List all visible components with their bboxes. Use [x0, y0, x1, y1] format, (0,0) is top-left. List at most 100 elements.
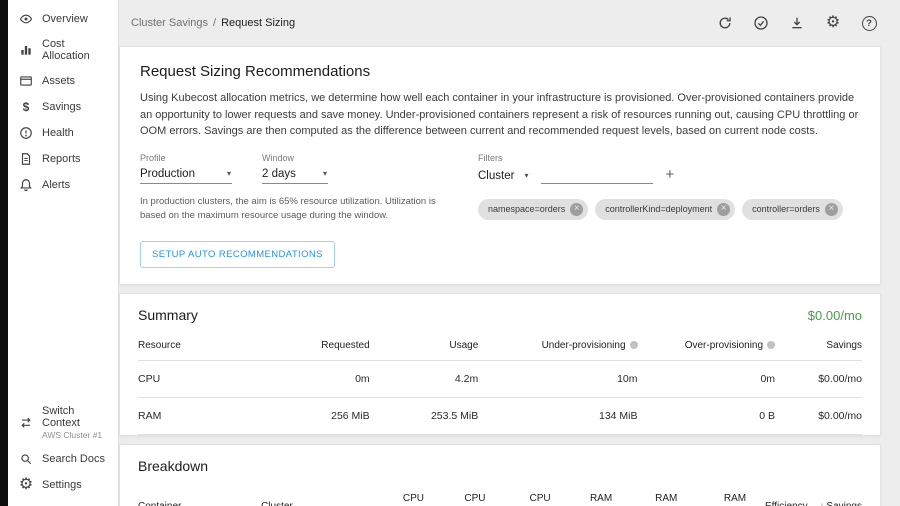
bell-icon [19, 178, 33, 192]
bar-chart-icon [19, 43, 33, 57]
cell-requested: 0m [254, 361, 370, 398]
summary-table: Resource Requested Usage Under-provision… [138, 331, 862, 435]
eye-icon [19, 12, 33, 26]
search-docs-label: Search Docs [42, 453, 105, 465]
breadcrumb-current-page: Request Sizing [221, 17, 295, 29]
sidebar-item-settings[interactable]: ⚙ Settings [8, 472, 118, 498]
col-resource: Resource [138, 331, 254, 361]
filter-chip-label: namespace=orders [488, 204, 565, 214]
chevron-down-icon: ▾ [323, 169, 327, 178]
switch-context-label: Switch Context [42, 405, 107, 429]
help-icon[interactable]: ? [861, 15, 877, 31]
info-icon[interactable] [767, 341, 775, 349]
breakdown-card: Breakdown Container Cluster CPUusage CPU… [119, 444, 881, 506]
col-ram-recommended[interactable]: RAMrecomm'd [677, 482, 746, 506]
sidebar-item-reports[interactable]: Reports [8, 146, 118, 172]
gear-icon: ⚙ [19, 478, 33, 492]
window-select[interactable]: 2 days ▾ [262, 167, 328, 184]
request-sizing-card: Request Sizing Recommendations Using Kub… [119, 46, 881, 285]
sidebar-item-switch-context[interactable]: Switch Context AWS Cluster #1 [8, 399, 118, 446]
left-edge-strip [0, 0, 8, 506]
check-circle-icon[interactable] [753, 15, 769, 31]
filter-chip[interactable]: namespace=orders × [478, 199, 588, 220]
cell-resource: RAM [138, 398, 254, 435]
dollar-icon: $ [19, 100, 33, 114]
col-efficiency[interactable]: Efficiency [746, 482, 808, 506]
table-row[interactable]: RAM 256 MiB 253.5 MiB 134 MiB 0 B $0.00/… [138, 398, 862, 435]
col-cpu-request[interactable]: CPUrequest [424, 482, 486, 506]
chevron-down-icon: ▾ [227, 169, 231, 178]
sidebar-item-label: Savings [42, 101, 81, 113]
cell-savings: $0.00/mo [775, 361, 862, 398]
filter-chip[interactable]: controller=orders × [742, 199, 843, 220]
filter-chip[interactable]: controllerKind=deployment × [595, 199, 735, 220]
sidebar-item-label: Overview [42, 13, 88, 25]
controls-row: Profile Production ▾ Window 2 days ▾ [140, 153, 860, 224]
filter-chips: namespace=orders × controllerKind=deploy… [478, 199, 860, 220]
search-icon [19, 452, 33, 466]
cell-resource: CPU [138, 361, 254, 398]
breakdown-table: Container Cluster CPUusage CPUrequest CP… [138, 482, 862, 506]
sidebar-item-health[interactable]: Health [8, 120, 118, 146]
col-requested: Requested [254, 331, 370, 361]
close-icon[interactable]: × [717, 203, 730, 216]
topbar: Cluster Savings / Request Sizing ⚙ ? [119, 0, 881, 46]
cell-requested: 256 MiB [254, 398, 370, 435]
swap-arrows-icon [19, 416, 33, 430]
summary-title: Summary [138, 307, 198, 323]
sidebar-item-label: Health [42, 127, 74, 139]
cell-over: 0 B [638, 398, 776, 435]
breadcrumb-separator: / [213, 17, 216, 29]
filter-value-input[interactable] [541, 167, 653, 184]
sidebar-item-label: Reports [42, 153, 81, 165]
filter-chip-label: controllerKind=deployment [605, 204, 712, 214]
cell-usage: 253.5 MiB [370, 398, 479, 435]
sidebar-item-savings[interactable]: $ Savings [8, 94, 118, 120]
close-icon[interactable]: × [825, 203, 838, 216]
col-cluster[interactable]: Cluster [261, 482, 362, 506]
download-icon[interactable] [789, 15, 805, 31]
settings-gear-icon[interactable]: ⚙ [825, 15, 841, 31]
sidebar-item-overview[interactable]: Overview [8, 6, 118, 32]
refresh-icon[interactable] [717, 15, 733, 31]
profile-label: Profile [140, 153, 232, 163]
sidebar-item-alerts[interactable]: Alerts [8, 172, 118, 198]
table-row[interactable]: CPU 0m 4.2m 10m 0m $0.00/mo [138, 361, 862, 398]
filter-property-select[interactable]: Cluster ▾ [478, 169, 529, 184]
page-title: Request Sizing Recommendations [140, 63, 860, 80]
col-cpu-usage[interactable]: CPUusage [362, 482, 424, 506]
main-content: Cluster Savings / Request Sizing ⚙ ? [119, 0, 900, 506]
sidebar-item-cost-allocation[interactable]: Cost Allocation [8, 32, 118, 68]
close-icon[interactable]: × [570, 203, 583, 216]
sidebar-item-label: Alerts [42, 179, 70, 191]
app-window: Overview Cost Allocation Assets $ Saving… [0, 0, 900, 506]
sidebar-item-search-docs[interactable]: Search Docs [8, 446, 118, 472]
cell-under: 10m [478, 361, 637, 398]
breakdown-title: Breakdown [138, 458, 208, 474]
add-filter-icon[interactable]: + [665, 167, 674, 184]
info-icon[interactable] [630, 341, 638, 349]
col-under-provisioning: Under-provisioning [478, 331, 637, 361]
cell-savings: $0.00/mo [775, 398, 862, 435]
col-cpu-recommended[interactable]: CPUrecomm'd [486, 482, 551, 506]
breakdown-header-row: Container Cluster CPUusage CPUrequest CP… [138, 482, 862, 506]
sidebar-footer: Switch Context AWS Cluster #1 Search Doc… [8, 399, 118, 506]
health-icon [19, 126, 33, 140]
col-savings-sorted[interactable]: ↓Savings [808, 482, 862, 506]
assets-icon [19, 74, 33, 88]
breadcrumb-section[interactable]: Cluster Savings [131, 17, 208, 29]
topbar-actions: ⚙ ? [717, 15, 877, 31]
sidebar-item-assets[interactable]: Assets [8, 68, 118, 94]
sidebar-item-label: Assets [42, 75, 75, 87]
filter-chip-label: controller=orders [752, 204, 820, 214]
col-ram-usage[interactable]: RAMusage [551, 482, 613, 506]
summary-card: Summary $0.00/mo Resource Requested Usag… [119, 293, 881, 436]
filters-label: Filters [478, 153, 860, 163]
col-ram-request[interactable]: RAMrequest [612, 482, 677, 506]
profile-select[interactable]: Production ▾ [140, 167, 232, 184]
page-description: Using Kubecost allocation metrics, we de… [140, 90, 860, 140]
setup-auto-recommendations-button[interactable]: SETUP AUTO RECOMMENDATIONS [140, 241, 335, 268]
profile-selected-value: Production [140, 168, 195, 180]
col-container[interactable]: Container [138, 482, 261, 506]
chevron-down-icon: ▾ [524, 171, 528, 180]
